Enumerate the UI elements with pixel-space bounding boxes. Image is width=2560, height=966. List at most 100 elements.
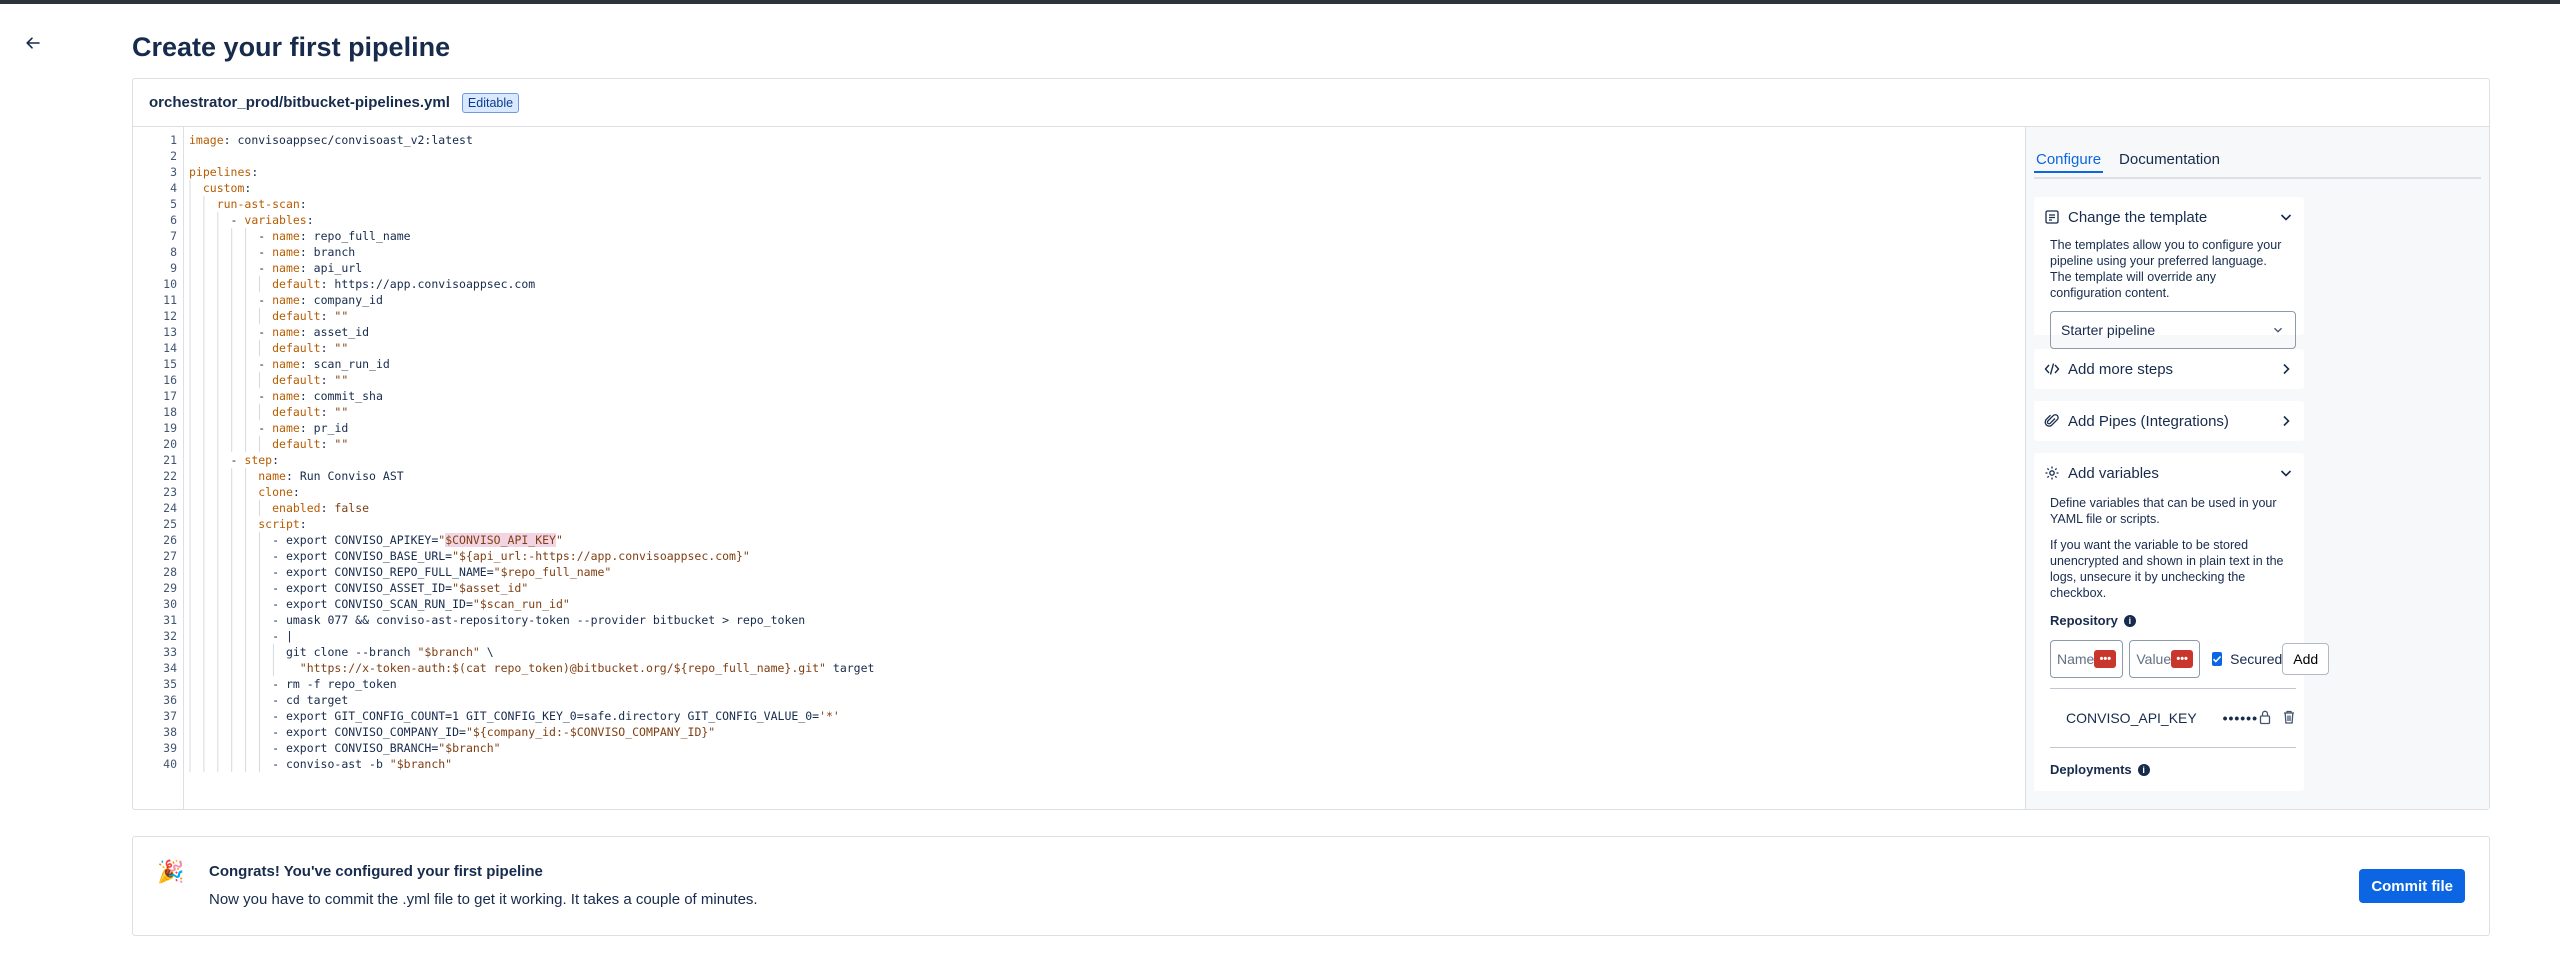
deployments-label-text: Deployments [2050,762,2132,777]
yaml-string: "https://x-token-auth:$(cat repo_token)@… [299,661,826,675]
template-select[interactable]: Starter pipeline [2050,311,2296,349]
line-number: 24 [163,501,177,515]
code-line: 23 clone: [133,484,2025,500]
line-number: 30 [163,597,177,611]
code-line: 31 - umask 077 && conviso-ast-repository… [133,612,2025,628]
file-header: orchestrator_prod/bitbucket-pipelines.ym… [133,79,2489,127]
line-number: 12 [163,309,177,323]
editable-badge: Editable [461,92,520,113]
yaml-string: "$scan_run_id" [472,597,570,611]
file-name: orchestrator_prod/bitbucket-pipelines.ym… [149,94,450,111]
template-select-value: Starter pipeline [2061,322,2156,338]
template-description: The templates allow you to configure you… [2050,238,2282,300]
code-line: 19 - name: pr_id [133,420,2025,436]
code-line: 10 default: https://app.convisoappsec.co… [133,276,2025,292]
code-line: 7 - name: repo_full_name [133,228,2025,244]
variable-name-input[interactable]: Name ••• [2050,640,2124,678]
variables-description: Define variables that can be used in you… [2050,496,2277,526]
add-variables-header[interactable]: Add variables [2034,453,2304,493]
yaml-key: variables [244,213,307,227]
yaml-key: name [272,229,300,243]
code-text: - export CONVISO_REPO_FULL_NAME="$repo_f… [272,565,612,579]
code-text: - cd target [272,693,349,707]
code-lines[interactable]: 1 image: convisoappsec/convisoast_v2:late… [133,132,2025,772]
code-line: 4 custom: [133,180,2025,196]
code-line: 39 - export CONVISO_BRANCH="$branch" [133,740,2025,756]
line-number: 27 [163,549,177,563]
variable-value-input[interactable]: Value ••• [2129,640,2201,678]
variable-row: CONVISO_API_KEY •••••• [2050,688,2296,748]
panel-tabs: Configure Documentation [2034,147,2481,179]
code-line: 12 default: "" [133,308,2025,324]
code-line: 6 - variables: [133,212,2025,228]
code-text: - name: api_url [258,261,363,275]
code-line: 29 - export CONVISO_ASSET_ID="$asset_id" [133,580,2025,596]
code-line: 22 name: Run Conviso AST [133,468,2025,484]
yaml-key: default [272,405,321,419]
more-icon[interactable]: ••• [2171,650,2194,668]
line-number: 35 [163,677,177,691]
template-section-header[interactable]: Change the template [2034,197,2304,237]
yaml-key: default [272,277,321,291]
add-steps-header[interactable]: Add more steps [2034,349,2304,389]
secured-checkbox[interactable] [2212,652,2223,666]
line-number: 17 [163,389,177,403]
variable-value-masked: •••••• [2222,710,2258,726]
code-text: image: convisoappsec/convisoast_v2:lates… [189,133,473,147]
code-line: 2 [133,148,2025,164]
info-icon[interactable]: i [2137,763,2150,776]
code-text: "https://x-token-auth:$(cat repo_token)@… [299,661,875,675]
back-button[interactable] [20,32,46,58]
highlighted-token: $CONVISO_API_KEY [445,533,556,547]
yaml-key: name [272,421,300,435]
code-line: 40 - conviso-ast -b "$branch" [133,756,2025,772]
yaml-key: name [272,325,300,339]
yaml-string: "${company_id:-$CONVISO_COMPANY_ID}" [465,725,716,739]
code-text: run-ast-scan: [216,197,307,211]
yaml-string: '*' [819,709,840,723]
code-text: - umask 077 && conviso-ast-repository-to… [272,613,806,627]
yaml-string: "${api_url:-https://app.convisoappsec.co… [452,549,750,563]
page-title: Create your first pipeline [132,32,451,62]
tab-documentation[interactable]: Documentation [2117,147,2222,173]
party-popper-icon: 🎉 [157,859,185,884]
line-number: 2 [170,149,177,163]
gear-icon [2044,465,2060,481]
code-text: default: "" [272,309,349,323]
yaml-key: clone [258,485,293,499]
code-text: default: "" [272,373,349,387]
line-number: 21 [163,453,177,467]
yaml-string: "" [327,437,349,451]
code-line: 1 image: convisoappsec/convisoast_v2:late… [133,132,2025,148]
chevron-right-icon [2278,361,2294,377]
yaml-key: default [272,309,321,323]
add-variable-button[interactable]: Add [2282,643,2330,675]
code-text: clone: [258,485,300,499]
more-icon[interactable]: ••• [2094,650,2117,668]
line-number: 28 [163,565,177,579]
arrow-left-icon [25,35,41,56]
template-section-title: Change the template [2068,208,2208,226]
code-line: 15 - name: scan_run_id [133,356,2025,372]
code-text: - variables: [230,213,314,227]
commit-file-button[interactable]: Commit file [2359,869,2465,903]
line-number: 8 [170,245,177,259]
code-line: 13 - name: asset_id [133,324,2025,340]
info-icon[interactable]: i [2123,614,2136,627]
code-editor[interactable]: 1 image: convisoappsec/convisoast_v2:late… [133,127,2026,809]
code-line: 14 default: "" [133,340,2025,356]
yaml-key: default [272,373,321,387]
yaml-key: name [272,389,300,403]
trash-icon[interactable] [2282,709,2296,728]
code-line: 18 default: "" [133,404,2025,420]
lock-icon[interactable] [2258,709,2272,728]
add-pipes-header[interactable]: Add Pipes (Integrations) [2034,401,2304,441]
yaml-key: name [258,469,286,483]
tab-configure[interactable]: Configure [2034,147,2104,173]
configure-panel: Configure Documentation Change the templ… [2026,127,2489,809]
line-number: 13 [163,325,177,339]
code-text: - rm -f repo_token [272,677,397,691]
line-number: 6 [170,213,177,227]
code-text: - name: scan_run_id [258,357,390,371]
